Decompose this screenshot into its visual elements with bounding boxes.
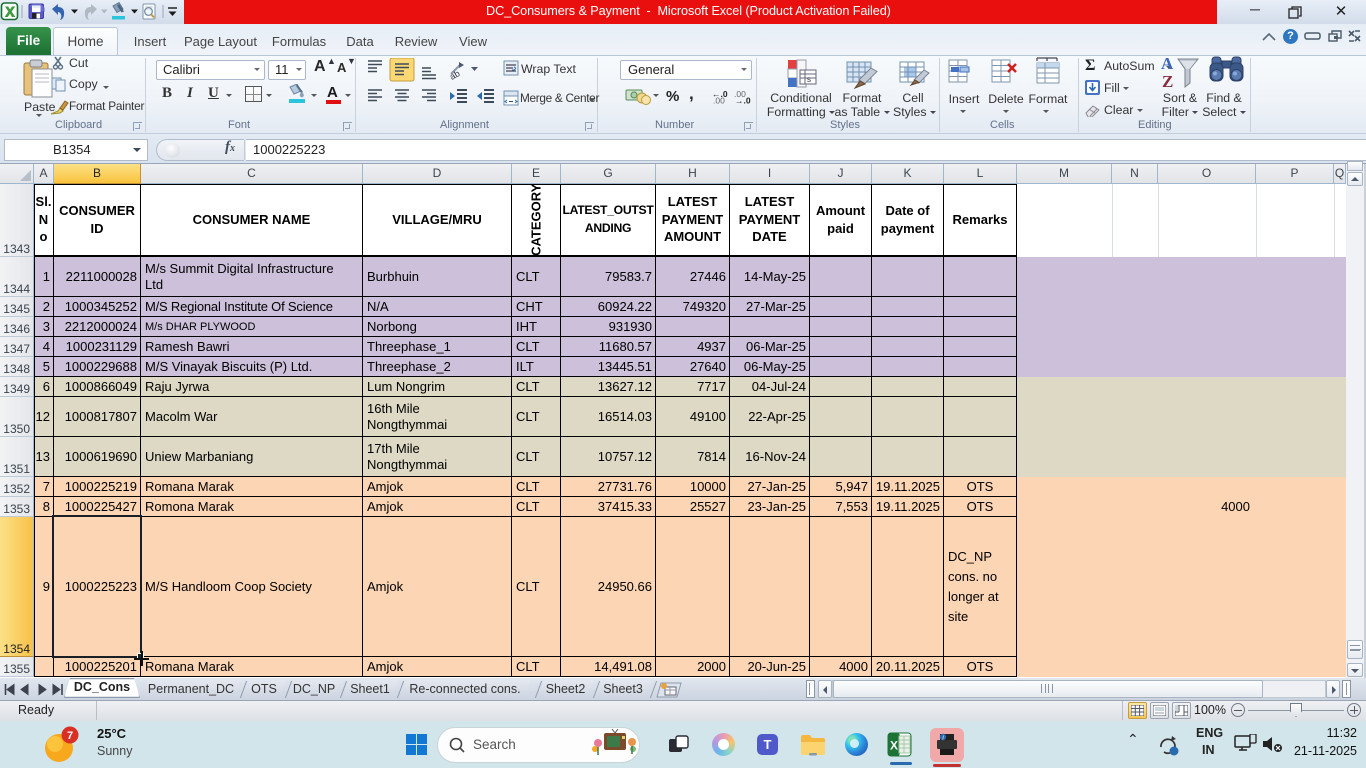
svg-text:X: X xyxy=(890,739,898,753)
svg-text:7: 7 xyxy=(67,730,73,742)
svg-text:s: s xyxy=(807,75,811,84)
svg-text:.00: .00 xyxy=(713,96,725,105)
svg-text:A: A xyxy=(1161,54,1174,73)
svg-text:→.0: →.0 xyxy=(735,96,751,105)
svg-text:ab: ab xyxy=(448,68,462,82)
svg-text:Z: Z xyxy=(1162,72,1173,91)
